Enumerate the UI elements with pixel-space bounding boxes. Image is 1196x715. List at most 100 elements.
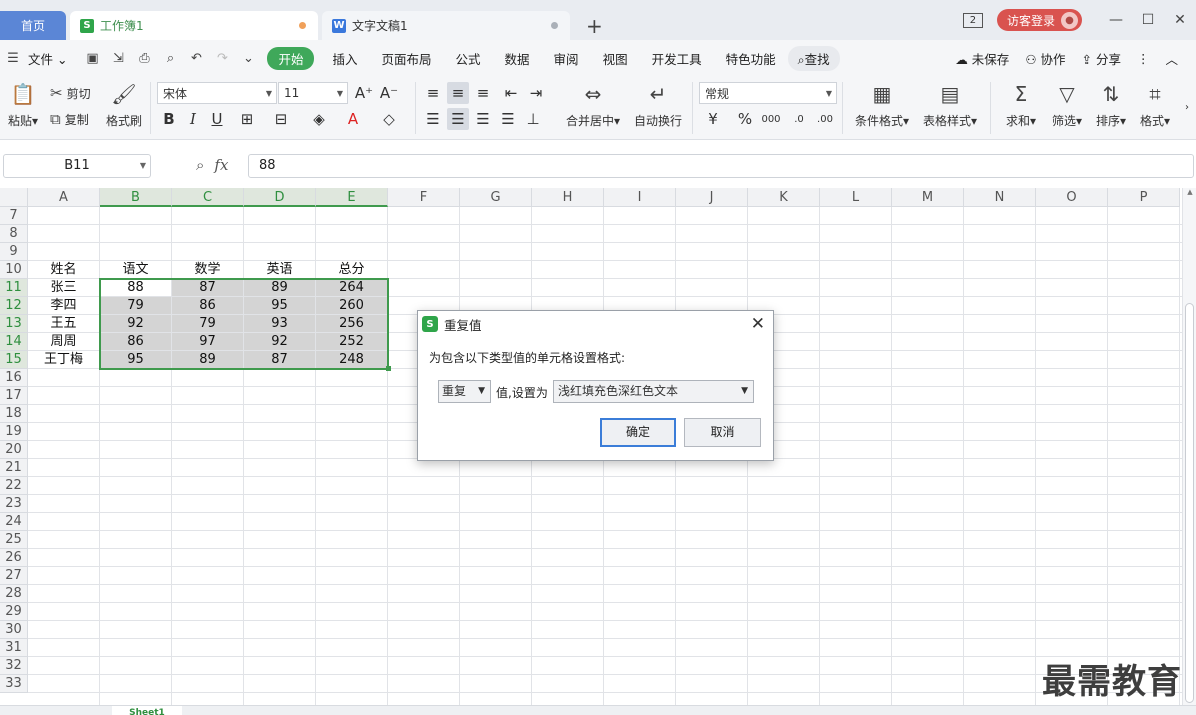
align-middle-icon[interactable]: ≡ xyxy=(447,82,469,104)
row-header-10[interactable]: 10 xyxy=(0,261,28,279)
header-cell[interactable]: 英语 xyxy=(244,261,315,278)
align-center-icon[interactable]: ☰ xyxy=(447,108,469,130)
ok-button[interactable]: 确定 xyxy=(600,418,676,447)
score-cell[interactable]: 87 xyxy=(244,351,315,368)
score-cell[interactable]: 79 xyxy=(172,315,243,332)
share-button[interactable]: ⇪ 分享 xyxy=(1074,49,1129,68)
cancel-button[interactable]: 取消 xyxy=(684,418,761,447)
column-header-e[interactable]: E xyxy=(316,188,388,207)
percent-icon[interactable]: % xyxy=(734,108,756,130)
wrap-text-button[interactable]: ↵ 自动换行 xyxy=(630,80,686,129)
format-style-select[interactable]: 浅红填充色深红色文本 ▼ xyxy=(553,380,754,403)
name-cell[interactable]: 张三 xyxy=(28,279,99,296)
window-count-icon[interactable]: 2 xyxy=(962,12,983,28)
font-size-select[interactable]: 11 ▼ xyxy=(278,82,348,104)
menu-features[interactable]: 特色功能 xyxy=(714,49,788,68)
maximize-button[interactable]: ☐ xyxy=(1132,12,1164,28)
fill-color-icon[interactable]: ◈ xyxy=(308,108,330,130)
column-header-c[interactable]: C xyxy=(172,188,244,207)
new-tab-button[interactable]: + xyxy=(586,14,603,38)
row-header-12[interactable]: 12 xyxy=(0,297,28,315)
format-painter-button[interactable]: 🖌 格式刷 xyxy=(104,80,144,129)
score-cell[interactable]: 86 xyxy=(172,297,243,314)
column-header-j[interactable]: J xyxy=(676,188,748,207)
menu-start[interactable]: 开始 xyxy=(267,46,315,70)
print-icon[interactable]: ⎙ xyxy=(131,51,157,66)
score-cell[interactable]: 92 xyxy=(244,333,315,350)
row-header-33[interactable]: 33 xyxy=(0,675,28,693)
collapse-ribbon-icon[interactable]: ︿ xyxy=(1157,49,1186,68)
close-window-button[interactable]: ✕ xyxy=(1164,12,1196,28)
cell-style-icon[interactable]: ⊟ xyxy=(270,108,292,130)
column-header-m[interactable]: M xyxy=(892,188,964,207)
row-header-32[interactable]: 32 xyxy=(0,657,28,675)
score-cell[interactable]: 92 xyxy=(100,315,171,332)
row-header-15[interactable]: 15 xyxy=(0,351,28,369)
table-style-button[interactable]: ▤ 表格样式▾ xyxy=(918,80,982,129)
column-header-n[interactable]: N xyxy=(964,188,1036,207)
increase-decimal-icon[interactable]: .0 xyxy=(788,108,810,130)
header-cell[interactable]: 数学 xyxy=(172,261,243,278)
tab-document[interactable]: W 文字文稿1 xyxy=(322,11,570,40)
tab-home[interactable]: 首页 xyxy=(0,11,66,40)
search-button[interactable]: ⌕查找 xyxy=(787,45,840,71)
decrease-font-icon[interactable]: A⁻ xyxy=(378,82,400,104)
score-cell[interactable]: 256 xyxy=(316,315,387,332)
currency-icon[interactable]: ¥ xyxy=(702,108,724,130)
login-button[interactable]: 访客登录 ● xyxy=(996,9,1082,31)
collab-button[interactable]: ⚇ 协作 xyxy=(1017,49,1073,68)
close-icon[interactable]: ✕ xyxy=(751,314,765,334)
header-cell[interactable]: 姓名 xyxy=(28,261,99,278)
score-cell[interactable]: 87 xyxy=(172,279,243,296)
column-header-a[interactable]: A xyxy=(28,188,100,207)
score-cell[interactable]: 252 xyxy=(316,333,387,350)
row-header-20[interactable]: 20 xyxy=(0,441,28,459)
indent-decrease-icon[interactable]: ⇤ xyxy=(500,82,522,104)
name-cell[interactable]: 周周 xyxy=(28,333,99,350)
undo-icon[interactable]: ↶ xyxy=(183,51,209,66)
score-cell[interactable]: 264 xyxy=(316,279,387,296)
score-cell[interactable]: 260 xyxy=(316,297,387,314)
row-header-7[interactable]: 7 xyxy=(0,207,28,225)
align-top-icon[interactable]: ≡ xyxy=(422,82,444,104)
row-header-26[interactable]: 26 xyxy=(0,549,28,567)
row-header-9[interactable]: 9 xyxy=(0,243,28,261)
underline-icon[interactable]: U xyxy=(206,108,228,130)
name-cell[interactable]: 王五 xyxy=(28,315,99,332)
row-header-30[interactable]: 30 xyxy=(0,621,28,639)
score-cell[interactable]: 86 xyxy=(100,333,171,350)
menu-insert[interactable]: 插入 xyxy=(320,49,369,68)
row-header-31[interactable]: 31 xyxy=(0,639,28,657)
tab-workbook[interactable]: S 工作簿1 xyxy=(70,11,318,40)
sort-button[interactable]: ⇅ 排序▾ xyxy=(1090,80,1132,129)
column-header-k[interactable]: K xyxy=(748,188,820,207)
row-header-14[interactable]: 14 xyxy=(0,333,28,351)
function-icon[interactable]: fx xyxy=(214,156,228,174)
score-cell[interactable]: 89 xyxy=(244,279,315,296)
align-bottom-icon[interactable]: ≡ xyxy=(472,82,494,104)
column-header-o[interactable]: O xyxy=(1036,188,1108,207)
formula-input[interactable]: 88 xyxy=(248,154,1194,178)
score-cell[interactable]: 248 xyxy=(316,351,387,368)
indent-increase-icon[interactable]: ⇥ xyxy=(525,82,547,104)
score-cell[interactable]: 88 xyxy=(100,279,171,296)
row-header-17[interactable]: 17 xyxy=(0,387,28,405)
menu-file[interactable]: 文件 ⌄ xyxy=(26,49,79,68)
sum-button[interactable]: Σ 求和▾ xyxy=(1000,80,1042,129)
row-header-13[interactable]: 13 xyxy=(0,315,28,333)
score-cell[interactable]: 95 xyxy=(244,297,315,314)
menu-view[interactable]: 视图 xyxy=(591,49,640,68)
font-name-select[interactable]: 宋体 ▼ xyxy=(157,82,277,104)
menu-page-layout[interactable]: 页面布局 xyxy=(370,49,444,68)
column-header-i[interactable]: I xyxy=(604,188,676,207)
export-icon[interactable]: ⇲ xyxy=(105,51,131,66)
number-format-select[interactable]: 常规 ▼ xyxy=(699,82,837,104)
column-header-l[interactable]: L xyxy=(820,188,892,207)
scroll-thumb[interactable] xyxy=(1185,303,1194,703)
font-color-icon[interactable]: A xyxy=(342,108,364,130)
header-cell[interactable]: 总分 xyxy=(316,261,387,278)
menu-formula[interactable]: 公式 xyxy=(444,49,493,68)
row-header-25[interactable]: 25 xyxy=(0,531,28,549)
column-header-h[interactable]: H xyxy=(532,188,604,207)
column-header-f[interactable]: F xyxy=(388,188,460,207)
